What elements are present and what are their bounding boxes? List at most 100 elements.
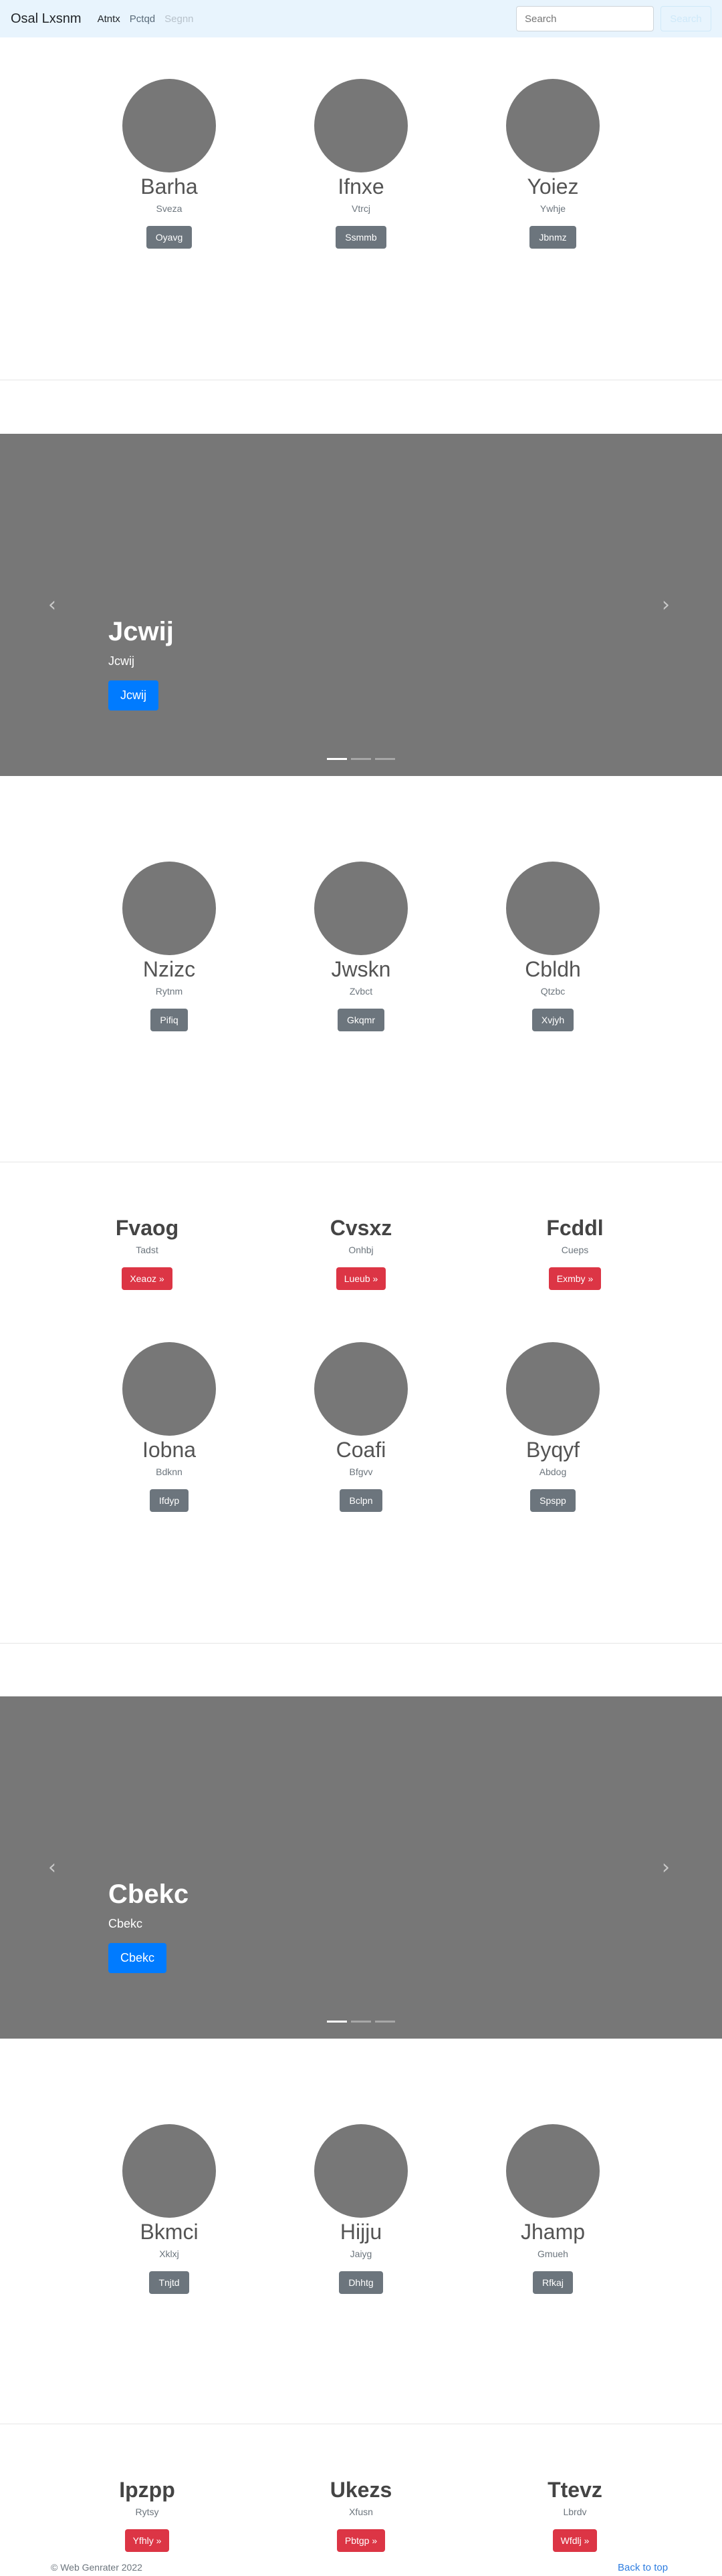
- nav-link-atntx[interactable]: Atntx: [98, 13, 120, 25]
- feature-column: Iobna Bdknn Ifdyp: [102, 1342, 236, 1513]
- column-heading: Jhamp: [520, 2220, 586, 2244]
- placeholder-image: [122, 1342, 216, 1436]
- column-text: Bfgvv: [349, 1466, 373, 1478]
- column-text: Zvbct: [349, 986, 373, 997]
- placeholder-image: [314, 1342, 408, 1436]
- section-divider: [0, 1643, 722, 1644]
- feature-column: Byqyf Abdog Spspp: [486, 1342, 620, 1513]
- carousel-caption: Cbekc Cbekc Cbekc: [108, 1878, 189, 1973]
- column-button[interactable]: Spspp: [530, 1489, 576, 1513]
- chevron-left-icon[interactable]: ‹: [48, 1856, 56, 1880]
- column-button[interactable]: Oyavg: [146, 226, 193, 249]
- column-text: Tadst: [136, 1245, 158, 1256]
- column-heading: Barha: [140, 174, 198, 199]
- column-heading: Hijju: [340, 2220, 382, 2244]
- placeholder-image: [122, 2124, 216, 2218]
- placeholder-image: [314, 79, 408, 172]
- column-text: Abdog: [539, 1466, 567, 1478]
- column-heading: Ttevz: [548, 2478, 602, 2502]
- column-heading: Ifnxe: [338, 174, 384, 199]
- column-button[interactable]: Rfkaj: [533, 2271, 573, 2295]
- carousel-indicator[interactable]: [327, 758, 347, 760]
- column-heading: Ipzpp: [119, 2478, 175, 2502]
- navbar: Osal Lxsnm Atntx Pctqd Segnn Search: [0, 0, 722, 37]
- search-form: Search: [516, 6, 711, 31]
- chevron-left-icon[interactable]: ‹: [48, 594, 56, 617]
- feature-column: Ipzpp Rytsy Yfhly »: [80, 2477, 214, 2553]
- column-button[interactable]: Exmby »: [548, 1267, 602, 1291]
- column-text: Rytsy: [135, 2506, 159, 2518]
- carousel-button[interactable]: Cbekc: [108, 1943, 167, 1973]
- column-button[interactable]: Xeaoz »: [122, 1267, 172, 1291]
- column-button[interactable]: Yfhly »: [124, 2529, 170, 2553]
- carousel-indicator[interactable]: [375, 758, 395, 760]
- column-heading: Cvsxz: [330, 1216, 392, 1240]
- column-heading: Yoiez: [527, 174, 579, 199]
- feature-column: Fcddl Cueps Exmby »: [508, 1215, 642, 1291]
- placeholder-image: [122, 862, 216, 955]
- chevron-right-icon[interactable]: ›: [662, 594, 670, 617]
- column-button[interactable]: Jbnmz: [529, 226, 576, 249]
- nav-link-pctqd[interactable]: Pctqd: [130, 13, 155, 25]
- column-button[interactable]: Bclpn: [340, 1489, 382, 1513]
- column-heading: Byqyf: [525, 1438, 580, 1462]
- feature-column: Fvaog Tadst Xeaoz »: [80, 1215, 214, 1291]
- placeholder-image: [506, 862, 600, 955]
- feature-column: Ukezs Xfusn Pbtgp »: [294, 2477, 428, 2553]
- column-text: Jaiyg: [350, 2248, 372, 2260]
- search-button[interactable]: Search: [660, 6, 711, 31]
- column-text: Rytnm: [155, 986, 183, 997]
- feature-column: Jhamp Gmueh Rfkaj: [486, 2124, 620, 2295]
- column-text: Bdknn: [156, 1466, 183, 1478]
- feature-column: Hijju Jaiyg Dhhtg: [294, 2124, 428, 2295]
- carousel-button[interactable]: Jcwij: [108, 680, 158, 711]
- column-heading: Cbldh: [525, 957, 581, 981]
- feature-column: Ifnxe Vtrcj Ssmmb: [294, 79, 428, 249]
- column-button[interactable]: Wfdlj »: [552, 2529, 598, 2553]
- brand[interactable]: Osal Lxsnm: [11, 11, 82, 27]
- column-heading: Fvaog: [115, 1216, 179, 1240]
- carousel-indicator[interactable]: [375, 2021, 395, 2023]
- carousel-indicator[interactable]: [351, 758, 371, 760]
- carousel-indicator[interactable]: [351, 2021, 371, 2023]
- placeholder-image: [506, 1342, 600, 1436]
- column-heading: Coafi: [336, 1438, 386, 1462]
- column-heading: Bkmci: [140, 2220, 199, 2244]
- column-heading: Iobna: [142, 1438, 197, 1462]
- feature-column: Barha Sveza Oyavg: [102, 79, 236, 249]
- column-button[interactable]: Ssmmb: [336, 226, 386, 249]
- placeholder-image: [314, 862, 408, 955]
- column-button[interactable]: Xvjyh: [531, 1009, 574, 1032]
- column-button[interactable]: Tnjtd: [149, 2271, 189, 2295]
- column-button[interactable]: Ifdyp: [149, 1489, 189, 1513]
- carousel-subtitle: Jcwij: [108, 654, 134, 668]
- column-text: Gmueh: [537, 2248, 568, 2260]
- carousel-indicator[interactable]: [327, 2021, 347, 2023]
- chevron-right-icon[interactable]: ›: [662, 1856, 670, 1880]
- column-text: Lbrdv: [563, 2506, 587, 2518]
- column-button[interactable]: Gkqmr: [338, 1009, 384, 1032]
- back-to-top-link[interactable]: Back to top: [618, 2562, 668, 2573]
- column-text: Xfusn: [349, 2506, 373, 2518]
- carousel: ‹ › Cbekc Cbekc Cbekc: [0, 1696, 722, 2039]
- feature-column: Bkmci Xklxj Tnjtd: [102, 2124, 236, 2295]
- column-button[interactable]: Pbtgp »: [336, 2529, 386, 2553]
- carousel-caption: Jcwij Jcwij Jcwij: [108, 616, 174, 711]
- placeholder-image: [122, 79, 216, 172]
- placeholder-image: [314, 2124, 408, 2218]
- column-text: Cueps: [561, 1245, 589, 1256]
- column-button[interactable]: Pifiq: [150, 1009, 188, 1032]
- column-text: Ywhje: [539, 203, 566, 215]
- search-input[interactable]: [516, 6, 654, 31]
- column-heading: Nzizc: [142, 957, 196, 981]
- feature-column: Jwskn Zvbct Gkqmr: [294, 862, 428, 1032]
- feature-column: Nzizc Rytnm Pifiq: [102, 862, 236, 1032]
- feature-column: Cbldh Qtzbc Xvjyh: [486, 862, 620, 1032]
- column-text: Xklxj: [159, 2248, 179, 2260]
- column-button[interactable]: Lueub »: [336, 1267, 386, 1291]
- column-text: Qtzbc: [540, 986, 566, 997]
- feature-column: Ttevz Lbrdv Wfdlj »: [508, 2477, 642, 2553]
- column-button[interactable]: Dhhtg: [339, 2271, 383, 2295]
- column-heading: Jwskn: [331, 957, 391, 981]
- feature-column: Yoiez Ywhje Jbnmz: [486, 79, 620, 249]
